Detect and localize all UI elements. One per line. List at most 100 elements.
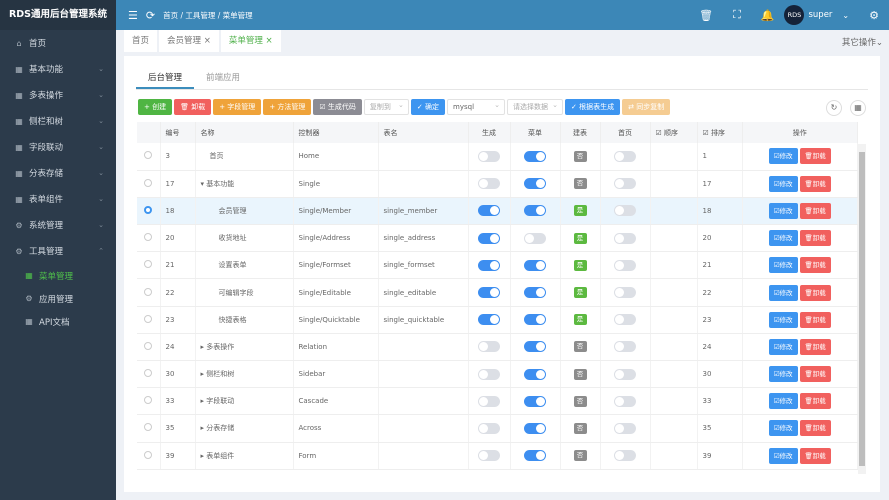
edit-button[interactable]: ☑修改 — [768, 366, 798, 383]
row-radio[interactable] — [144, 287, 153, 296]
menu-toggle-icon[interactable]: ☰ — [128, 9, 138, 22]
row-radio[interactable] — [144, 341, 153, 350]
generate-toggle[interactable] — [478, 450, 500, 462]
sidebar-item[interactable]: ▦ 多表操作 ⌄ — [0, 82, 116, 108]
uninstall-row-button[interactable]: 🗑卸载 — [799, 148, 831, 165]
copy-to-select[interactable]: 复制到 — [363, 98, 409, 115]
edit-button[interactable]: ☑修改 — [768, 175, 798, 192]
sidebar-item[interactable]: ⌂ 首页 — [0, 30, 116, 56]
uninstall-row-button[interactable]: 🗑卸载 — [799, 393, 831, 410]
generate-toggle[interactable] — [478, 395, 500, 407]
menu-toggle[interactable] — [524, 205, 546, 217]
menu-toggle[interactable] — [524, 450, 546, 462]
edit-button[interactable]: ☑修改 — [768, 447, 798, 464]
row-radio[interactable] — [144, 178, 153, 187]
generate-toggle[interactable] — [478, 259, 500, 271]
db-select[interactable]: mysql — [447, 98, 506, 115]
home-toggle[interactable] — [614, 287, 636, 299]
sidebar-item[interactable]: ▦ 字段联动 ⌄ — [0, 134, 116, 160]
row-radio[interactable] — [144, 396, 153, 405]
sidebar-item[interactable]: ▦ 分表存储 ⌄ — [0, 160, 116, 186]
home-toggle[interactable] — [614, 368, 636, 380]
home-toggle[interactable] — [614, 314, 636, 326]
generate-toggle[interactable] — [478, 314, 500, 326]
row-radio[interactable] — [144, 369, 153, 378]
sidebar-item[interactable]: ▦ 表单组件 ⌄ — [0, 186, 116, 212]
sidebar-item[interactable]: ⚙ 系统管理 ⌄ — [0, 212, 116, 238]
row-radio[interactable] — [144, 423, 153, 432]
menu-toggle[interactable] — [524, 232, 546, 244]
edit-button[interactable]: ☑修改 — [768, 393, 798, 410]
table-row[interactable]: 22 可编辑字段 Single/Editable single_editable 是 22… — [137, 278, 858, 307]
tab-frontend[interactable]: 前端应用 — [194, 68, 252, 89]
home-toggle[interactable] — [614, 178, 636, 190]
row-radio[interactable] — [144, 233, 153, 242]
menu-toggle[interactable] — [524, 422, 546, 434]
edit-button[interactable]: ☑修改 — [768, 311, 798, 328]
home-toggle[interactable] — [614, 341, 636, 353]
generate-toggle[interactable] — [478, 341, 500, 353]
edit-button[interactable]: ☑修改 — [768, 338, 798, 355]
table-row[interactable]: 30 ▸ 侧栏和树 Sidebar 否 30 ☑修改 🗑卸载 — [137, 360, 858, 389]
sync-copy-button[interactable]: ⇄ 同步复制 — [622, 99, 671, 115]
other-ops-dropdown[interactable]: 其它操作⌄ — [842, 36, 883, 48]
confirm-button[interactable]: ✓ 确定 — [410, 99, 446, 115]
uninstall-row-button[interactable]: 🗑卸载 — [799, 366, 831, 383]
table-row[interactable]: 17 ▾ 基本功能 Single 否 17 ☑修改 🗑卸载 — [137, 170, 858, 198]
method-manage-button[interactable]: + 方法管理 — [263, 99, 312, 115]
edit-button[interactable]: ☑修改 — [768, 257, 798, 274]
table-row[interactable]: 21 设置表单 Single/Formset single_formset 是 21 ☑修改… — [137, 251, 858, 280]
table-row[interactable]: 33 ▸ 字段联动 Cascade 否 33 ☑修改 🗑卸载 — [137, 387, 858, 416]
uninstall-row-button[interactable]: 🗑卸载 — [799, 257, 831, 274]
tab-item[interactable]: 首页 — [124, 30, 158, 52]
edit-button[interactable]: ☑修改 — [768, 202, 798, 219]
table-row[interactable]: 24 ▸ 多表操作 Relation 否 24 ☑修改 🗑卸载 — [137, 333, 858, 362]
home-toggle[interactable] — [614, 422, 636, 434]
sidebar-item[interactable]: ▦ 侧栏和树 ⌄ — [0, 108, 116, 134]
avatar[interactable]: RDS — [784, 5, 805, 25]
menu-toggle[interactable] — [524, 395, 546, 407]
scrollbar[interactable] — [858, 144, 866, 474]
menu-toggle[interactable] — [524, 178, 546, 190]
menu-toggle[interactable] — [524, 287, 546, 299]
field-manage-button[interactable]: + 字段管理 — [213, 99, 262, 115]
generate-toggle[interactable] — [478, 150, 500, 162]
home-toggle[interactable] — [614, 395, 636, 407]
uninstall-row-button[interactable]: 🗑卸载 — [799, 175, 831, 192]
uninstall-row-button[interactable]: 🗑卸载 — [799, 447, 831, 464]
sidebar-item[interactable]: ⚙ 工具管理 ⌃ — [0, 238, 116, 264]
generate-by-table-button[interactable]: ✓ 根据表生成 — [565, 99, 621, 115]
row-radio[interactable] — [144, 260, 153, 269]
menu-toggle[interactable] — [524, 150, 546, 162]
sidebar-subitem[interactable]: ▦ 菜单管理 — [0, 264, 116, 287]
menu-toggle[interactable] — [524, 341, 546, 353]
table-row[interactable]: 3 首页 Home 否 1 ☑修改 🗑卸载 — [137, 143, 858, 171]
table-row[interactable]: 35 ▸ 分表存储 Across 否 35 ☑修改 🗑卸载 — [137, 414, 858, 443]
table-row[interactable]: 23 快捷表格 Single/Quicktable single_quicktable… — [137, 306, 858, 334]
uninstall-button[interactable]: 🗑 卸载 — [174, 99, 212, 115]
home-toggle[interactable] — [614, 450, 636, 462]
home-toggle[interactable] — [614, 150, 636, 162]
edit-button[interactable]: ☑修改 — [768, 148, 798, 165]
menu-toggle[interactable] — [524, 314, 546, 326]
home-toggle[interactable] — [614, 205, 636, 217]
columns-icon[interactable]: ▦ — [850, 100, 866, 116]
chevron-down-icon[interactable]: ⌄ — [842, 11, 849, 20]
uninstall-row-button[interactable]: 🗑卸载 — [799, 230, 831, 247]
uninstall-row-button[interactable]: 🗑卸载 — [799, 284, 831, 301]
generate-toggle[interactable] — [478, 178, 500, 190]
row-radio[interactable] — [144, 205, 153, 214]
sidebar-subitem[interactable]: ▦ API文档 — [0, 310, 116, 333]
menu-toggle[interactable] — [524, 259, 546, 271]
generate-toggle[interactable] — [478, 368, 500, 380]
uninstall-row-button[interactable]: 🗑卸载 — [799, 338, 831, 355]
edit-button[interactable]: ☑修改 — [768, 420, 798, 437]
gear-icon[interactable]: ⚙ — [869, 9, 879, 22]
refresh-icon[interactable]: ⟳ — [146, 9, 155, 22]
table-select[interactable]: 请选择数据 — [507, 98, 564, 115]
generate-code-button[interactable]: ☑ 生成代码 — [313, 99, 362, 115]
tab-item[interactable]: 会员管理 × — [159, 30, 219, 52]
bell-icon[interactable]: 🔔 — [761, 9, 775, 22]
sidebar-subitem[interactable]: ⚙ 应用管理 — [0, 287, 116, 310]
table-row[interactable]: 39 ▸ 表单组件 Form 否 39 ☑修改 🗑卸载 — [137, 442, 858, 470]
